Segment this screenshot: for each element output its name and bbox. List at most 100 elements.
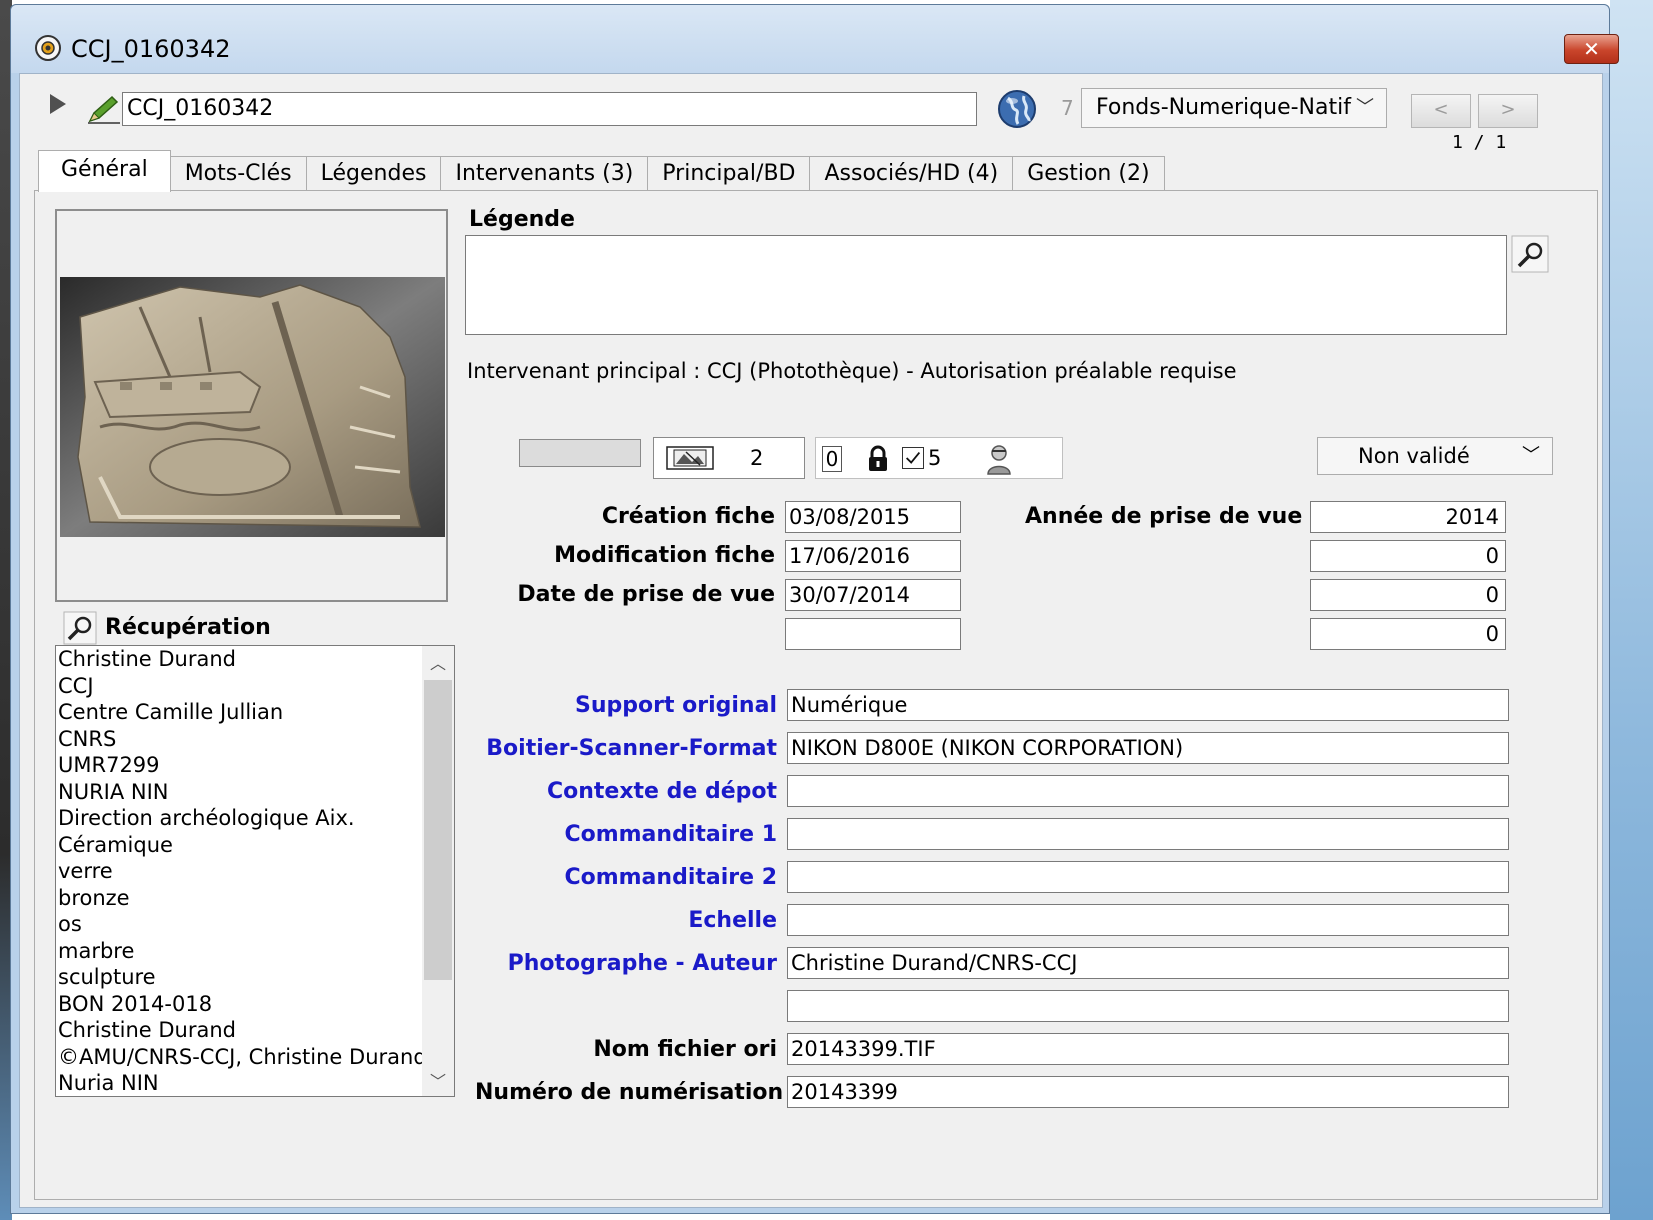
tab-general[interactable]: Général: [38, 150, 171, 192]
creation-fiche-label: Création fiche: [601, 504, 775, 529]
extra-date-field[interactable]: [785, 618, 961, 650]
date-prise-de-vue-label: Date de prise de vue: [517, 582, 775, 607]
list-item[interactable]: Christine Durand: [56, 1017, 454, 1044]
nom-fichier-ori-field[interactable]: 20143399.TIF: [787, 1033, 1509, 1065]
list-item[interactable]: UMR7299: [56, 752, 454, 779]
annee-prise-de-vue-label: Année de prise de vue: [1025, 504, 1303, 529]
image-count-box[interactable]: 2: [653, 437, 805, 479]
fonds-dropdown[interactable]: Fonds-Numerique-Natif ﹀: [1081, 88, 1387, 128]
extra-text-field[interactable]: [787, 990, 1509, 1022]
list-item[interactable]: NURIA NIN: [56, 779, 454, 806]
modification-fiche-label: Modification fiche: [554, 543, 775, 568]
commanditaire-2-field[interactable]: [787, 861, 1509, 893]
window-title: CCJ_0160342: [71, 35, 231, 63]
numero-de-numerisation-label: Numéro de numérisation: [475, 1080, 784, 1105]
checked-count: 5: [928, 446, 942, 470]
numeric-field-1[interactable]: 0: [1310, 540, 1506, 572]
legende-title: Légende: [469, 207, 575, 232]
image-count-value: 2: [750, 446, 764, 470]
fonds-dropdown-value: Fonds-Numerique-Natif: [1096, 95, 1351, 120]
list-item[interactable]: sculpture: [56, 964, 454, 991]
tab-legendes[interactable]: Légendes: [305, 156, 442, 192]
scroll-up-icon[interactable]: ︿: [422, 650, 454, 674]
list-item[interactable]: CCJ: [56, 673, 454, 700]
magnifier-icon[interactable]: [1511, 235, 1549, 273]
general-tab-panel: Récupération Christine Durand CCJ Centre…: [34, 190, 1598, 1200]
list-item[interactable]: verre: [56, 858, 454, 885]
record-window: CCJ_0160342 ✕ CCJ_0160342 7 Fonds-Numeri…: [10, 4, 1619, 1214]
legende-textarea[interactable]: [465, 235, 1507, 335]
list-item[interactable]: Centre Camille Jullian: [56, 699, 454, 726]
list-item[interactable]: ©AMU/CNRS-CCJ, Christine Durand: [56, 1044, 454, 1071]
desktop-background-right: [1610, 0, 1653, 1220]
commanditaire-1-field[interactable]: [787, 818, 1509, 850]
list-scrollbar[interactable]: ︿ ﹀: [422, 646, 454, 1096]
scrollbar-thumb[interactable]: [424, 680, 452, 980]
chevron-down-icon: ﹀: [1356, 97, 1374, 118]
app-icon: [35, 35, 61, 61]
commanditaire-2-label[interactable]: Commanditaire 2: [535, 865, 777, 890]
record-name-input[interactable]: CCJ_0160342: [122, 92, 977, 126]
window-client-area: CCJ_0160342 7 Fonds-Numerique-Natif ﹀ < …: [19, 73, 1603, 1208]
boitier-scanner-format-label[interactable]: Boitier-Scanner-Format: [475, 736, 777, 761]
flags-box: 0 5: [815, 437, 1063, 479]
empty-status-box: [519, 439, 641, 467]
record-count: 7: [1061, 96, 1074, 120]
tab-associes-hd[interactable]: Associés/HD (4): [809, 156, 1014, 192]
relief-sculpture-photo: [60, 277, 445, 537]
list-item[interactable]: Christine Durand: [56, 646, 454, 673]
nom-fichier-ori-label: Nom fichier ori: [593, 1037, 777, 1062]
image-stack-icon: [666, 446, 714, 470]
image-preview[interactable]: [55, 209, 448, 602]
contexte-de-depot-label[interactable]: Contexte de dépot: [535, 779, 777, 804]
boitier-scanner-format-field[interactable]: NIKON D800E (NIKON CORPORATION): [787, 732, 1509, 764]
checkbox-checked-icon[interactable]: [902, 447, 924, 469]
magnifier-icon[interactable]: [63, 611, 97, 645]
tab-principal-bd[interactable]: Principal/BD: [647, 156, 811, 192]
list-item[interactable]: Nuria NIN: [56, 1070, 454, 1096]
person-icon[interactable]: [982, 442, 1016, 476]
validation-dropdown[interactable]: Non validé ﹀: [1317, 437, 1553, 475]
creation-fiche-field[interactable]: 03/08/2015: [785, 501, 961, 533]
list-item[interactable]: BON 2014-018: [56, 991, 454, 1018]
modification-fiche-field[interactable]: 17/06/2016: [785, 540, 961, 572]
play-icon[interactable]: [50, 94, 66, 114]
list-item[interactable]: bronze: [56, 885, 454, 912]
list-item[interactable]: marbre: [56, 938, 454, 965]
commanditaire-1-label[interactable]: Commanditaire 1: [535, 822, 777, 847]
tab-bar: Général Mots-Clés Légendes Intervenants …: [38, 150, 1165, 192]
pencil-edit-icon[interactable]: [86, 94, 122, 124]
tab-mots-cles[interactable]: Mots-Clés: [169, 156, 307, 192]
zero-counter[interactable]: 0: [822, 446, 842, 472]
annee-prise-de-vue-field[interactable]: 2014: [1310, 501, 1506, 533]
previous-record-button[interactable]: <: [1411, 94, 1471, 128]
lock-icon[interactable]: [864, 444, 892, 474]
contexte-de-depot-field[interactable]: [787, 775, 1509, 807]
support-original-label[interactable]: Support original: [535, 693, 777, 718]
tab-intervenants[interactable]: Intervenants (3): [440, 156, 649, 192]
list-item[interactable]: Direction archéologique Aix.: [56, 805, 454, 832]
list-item[interactable]: Céramique: [56, 832, 454, 859]
scroll-down-icon[interactable]: ﹀: [422, 1068, 454, 1092]
recuperation-title: Récupération: [105, 615, 271, 640]
numeric-field-2[interactable]: 0: [1310, 579, 1506, 611]
echelle-label[interactable]: Echelle: [535, 908, 777, 933]
next-record-button[interactable]: >: [1478, 94, 1538, 128]
numero-de-numerisation-field[interactable]: 20143399: [787, 1076, 1509, 1108]
photographe-auteur-field[interactable]: Christine Durand/CNRS-CCJ: [787, 947, 1509, 979]
photographe-auteur-label[interactable]: Photographe - Auteur: [495, 951, 777, 976]
numeric-field-3[interactable]: 0: [1310, 618, 1506, 650]
page-indicator: 1 / 1: [1452, 132, 1507, 153]
globe-icon[interactable]: [996, 88, 1038, 130]
echelle-field[interactable]: [787, 904, 1509, 936]
recuperation-list[interactable]: Christine Durand CCJ Centre Camille Jull…: [55, 645, 455, 1097]
tab-gestion[interactable]: Gestion (2): [1012, 156, 1165, 192]
title-bar[interactable]: CCJ_0160342 ✕: [11, 5, 1619, 73]
list-item[interactable]: os: [56, 911, 454, 938]
close-button[interactable]: ✕: [1564, 34, 1619, 64]
intervenant-principal-text: Intervenant principal : CCJ (Photothèque…: [467, 359, 1237, 383]
validation-dropdown-value: Non validé: [1358, 444, 1470, 468]
list-item[interactable]: CNRS: [56, 726, 454, 753]
date-prise-de-vue-field[interactable]: 30/07/2014: [785, 579, 961, 611]
support-original-field[interactable]: Numérique: [787, 689, 1509, 721]
